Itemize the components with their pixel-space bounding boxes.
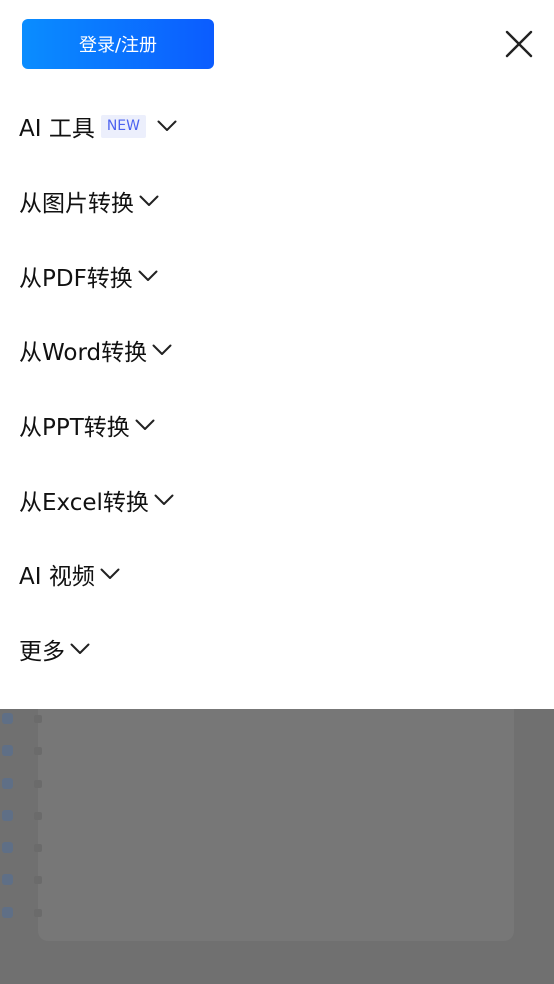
menu-item-label: AI 视频 [19, 564, 95, 591]
background-list-row [2, 777, 46, 810]
menu-item-from-ppt[interactable]: 从PPT转换 [19, 388, 539, 463]
menu-item-label: 从PDF转换 [19, 265, 133, 292]
chevron-down-icon [156, 115, 178, 137]
navigation-drawer: 登录/注册 AI 工具 NEW 从图片转换 从PDF转换 从Word转换 从PP… [0, 0, 554, 709]
bullet-icon [2, 874, 13, 886]
background-text-placeholder [34, 811, 42, 820]
chevron-down-icon [151, 339, 173, 361]
background-text-placeholder [34, 747, 42, 756]
menu-item-label: AI 工具 [19, 116, 95, 143]
background-list-row [2, 809, 46, 842]
background-text-placeholder [34, 779, 42, 788]
chevron-down-icon [137, 265, 159, 287]
menu-item-label: 从图片转换 [19, 191, 134, 218]
chevron-down-icon [138, 190, 160, 212]
menu-item-from-word[interactable]: 从Word转换 [19, 313, 539, 388]
bullet-icon [2, 777, 13, 789]
chevron-down-icon [69, 638, 91, 660]
menu-list: AI 工具 NEW 从图片转换 从PDF转换 从Word转换 从PPT转换 从E… [19, 89, 539, 687]
bullet-icon [2, 745, 13, 757]
menu-item-from-pdf[interactable]: 从PDF转换 [19, 238, 539, 313]
mobile-page: 登录/注册 AI 工具 NEW 从图片转换 从PDF转换 从Word转换 从PP… [0, 0, 554, 984]
menu-item-label: 从Excel转换 [19, 489, 149, 516]
new-badge: NEW [100, 114, 146, 138]
chevron-down-icon [134, 414, 156, 436]
background-card [38, 709, 514, 941]
login-register-button[interactable]: 登录/注册 [22, 19, 214, 69]
background-text-placeholder [34, 715, 42, 723]
menu-item-label: 更多 [19, 639, 65, 666]
chevron-down-icon [99, 563, 121, 585]
backdrop-overlay[interactable] [0, 709, 554, 984]
bullet-icon [2, 713, 13, 724]
background-list-row [2, 745, 46, 777]
close-button[interactable] [500, 25, 538, 63]
background-list [2, 713, 46, 939]
menu-item-more[interactable]: 更多 [19, 612, 539, 687]
background-list-row [2, 713, 46, 745]
bullet-icon [2, 842, 13, 854]
menu-item-label: 从PPT转换 [19, 415, 130, 442]
menu-item-from-image[interactable]: 从图片转换 [19, 164, 539, 239]
menu-item-label: 从Word转换 [19, 340, 148, 367]
background-text-placeholder [34, 908, 42, 917]
background-list-row [2, 906, 46, 939]
background-list-row [2, 842, 46, 874]
menu-item-from-excel[interactable]: 从Excel转换 [19, 462, 539, 537]
bullet-icon [2, 906, 13, 918]
background-text-placeholder [34, 844, 42, 853]
bullet-icon [2, 809, 13, 821]
background-text-placeholder [34, 876, 42, 885]
menu-item-ai-tools[interactable]: AI 工具 NEW [19, 89, 539, 164]
background-list-row [2, 874, 46, 906]
menu-item-ai-video[interactable]: AI 视频 [19, 537, 539, 612]
chevron-down-icon [153, 489, 175, 511]
close-icon [505, 30, 533, 58]
